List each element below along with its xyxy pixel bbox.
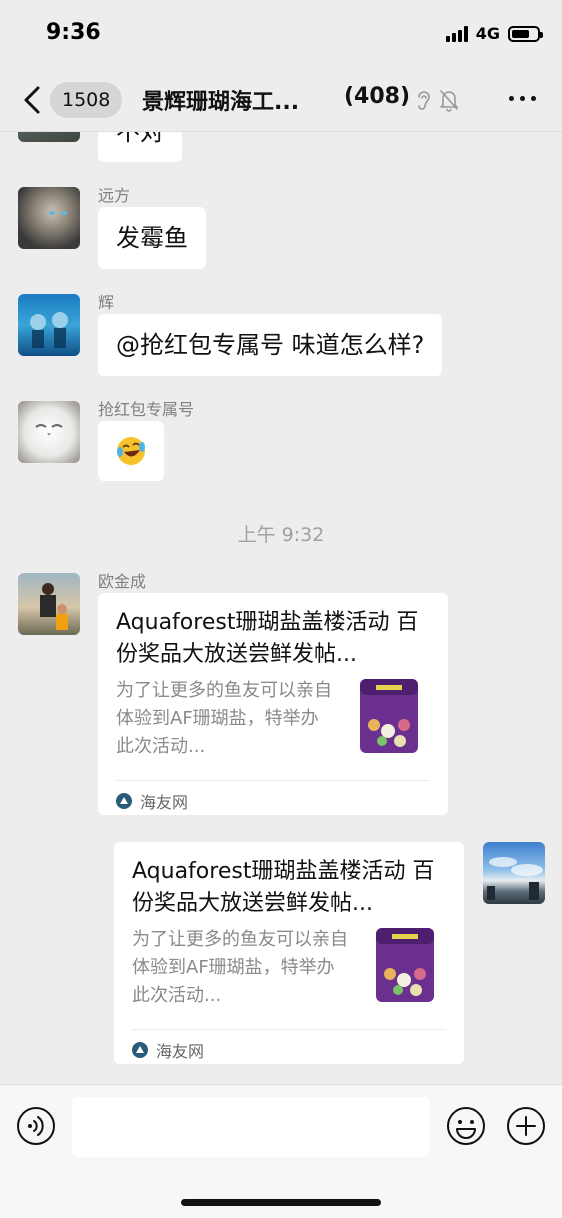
link-card[interactable]: Aquaforest珊瑚盐盖楼活动 百份奖品大放送尝鲜发帖... 为了让更多的鱼… bbox=[114, 842, 464, 1064]
status-indicators: 4G bbox=[445, 24, 543, 43]
message-text: @抢红包专属号 味道怎么样? bbox=[116, 331, 425, 359]
unread-count-badge[interactable]: 1508 bbox=[50, 82, 123, 118]
timestamp: 上午 9:32 bbox=[237, 524, 325, 546]
source-logo-icon bbox=[116, 793, 132, 809]
chat-title[interactable]: 景辉珊瑚海工... bbox=[142, 84, 299, 116]
sender-name: 辉 bbox=[98, 293, 115, 312]
card-source: 海友网 bbox=[116, 789, 188, 813]
plus-icon[interactable] bbox=[506, 1106, 546, 1146]
message-bubble[interactable]: 😂 bbox=[98, 421, 164, 481]
card-title: Aquaforest珊瑚盐盖楼活动 百份奖品大放送尝鲜发帖... bbox=[116, 610, 419, 667]
card-divider bbox=[132, 1029, 446, 1030]
network-type: 4G bbox=[475, 24, 500, 43]
coral-salt-bag-thumbnail bbox=[376, 928, 434, 1002]
nav-bar: 1508 景辉珊瑚海工... (408) bbox=[0, 66, 562, 132]
message-bubble[interactable]: 发霉鱼 bbox=[98, 207, 206, 269]
bell-mute-icon bbox=[440, 90, 458, 112]
signal-icon bbox=[445, 25, 468, 42]
coral-salt-bag-thumbnail bbox=[360, 679, 418, 753]
card-title: Aquaforest珊瑚盐盖楼活动 百份奖品大放送尝鲜发帖... bbox=[132, 859, 435, 916]
avatar[interactable] bbox=[18, 573, 80, 635]
member-count[interactable]: (408) bbox=[344, 84, 410, 109]
my-avatar[interactable] bbox=[483, 842, 545, 904]
card-source-name: 海友网 bbox=[156, 1042, 205, 1061]
message-input[interactable] bbox=[72, 1097, 430, 1157]
avatar[interactable] bbox=[18, 187, 80, 249]
home-indicator bbox=[181, 1199, 381, 1206]
more-icon[interactable] bbox=[509, 96, 536, 101]
input-bar bbox=[0, 1084, 562, 1218]
status-time: 9:36 bbox=[46, 20, 101, 45]
emoji-icon[interactable] bbox=[446, 1106, 486, 1146]
message-list[interactable]: 不对 远方 发霉鱼 辉 @抢红包专属号 味道怎么样? 抢红包专属号 😂 bbox=[0, 0, 562, 1084]
avatar[interactable] bbox=[18, 294, 80, 356]
message-bubble[interactable]: @抢红包专属号 味道怎么样? bbox=[98, 314, 443, 376]
voice-icon[interactable] bbox=[16, 1106, 56, 1146]
sender-name: 欧金成 bbox=[98, 572, 147, 591]
sender-name: 抢红包专属号 bbox=[98, 400, 195, 419]
card-source-name: 海友网 bbox=[140, 793, 189, 812]
avatar[interactable] bbox=[18, 401, 80, 463]
card-description: 为了让更多的鱼友可以亲自体验到AF珊瑚盐，特举办此次活动... bbox=[132, 929, 348, 1006]
source-logo-icon bbox=[132, 1042, 148, 1058]
card-description: 为了让更多的鱼友可以亲自体验到AF珊瑚盐，特举办此次活动... bbox=[116, 680, 332, 757]
message-text: 发霉鱼 bbox=[116, 224, 188, 252]
laughing-crying-emoji-icon bbox=[117, 437, 145, 465]
card-divider bbox=[116, 780, 430, 781]
ear-icon bbox=[418, 91, 430, 110]
link-card[interactable]: Aquaforest珊瑚盐盖楼活动 百份奖品大放送尝鲜发帖... 为了让更多的鱼… bbox=[98, 593, 448, 815]
status-bar: 9:36 4G bbox=[0, 0, 562, 66]
card-source: 海友网 bbox=[132, 1038, 204, 1062]
battery-icon bbox=[508, 25, 543, 42]
sender-name: 远方 bbox=[98, 186, 131, 205]
chevron-left-icon[interactable] bbox=[18, 82, 48, 118]
